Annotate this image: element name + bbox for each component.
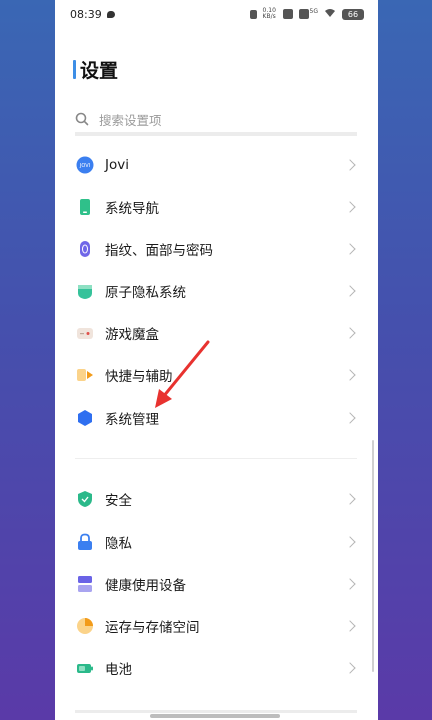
settings-item-shortcut-assist[interactable]: 快捷与辅助	[75, 360, 357, 390]
settings-item-privacy[interactable]: 隐私	[75, 527, 357, 557]
svg-text:JOVI: JOVI	[79, 163, 90, 169]
chevron-right-icon	[344, 243, 356, 255]
shortcut-arrow-icon	[75, 365, 95, 385]
settings-item-label: 健康使用设备	[105, 578, 186, 594]
game-box-icon	[75, 323, 95, 343]
settings-item-label: 系统管理	[105, 412, 159, 428]
status-bar: 08:39 0.10 KB/s 5G 66	[55, 0, 378, 28]
settings-item-atom-privacy[interactable]: 原子隐私系统	[75, 276, 357, 306]
page-title-group: 设置	[73, 56, 118, 83]
healthy-usage-hourglass-icon	[75, 574, 95, 594]
section-divider-bottom	[75, 710, 357, 713]
settings-item-label: 隐私	[105, 536, 132, 552]
battery-icon	[75, 658, 95, 678]
search-icon	[75, 112, 89, 126]
settings-item-jovi[interactable]: JOVI Jovi	[75, 150, 357, 180]
settings-item-battery[interactable]: 电池	[75, 653, 357, 683]
chevron-right-icon	[344, 285, 356, 297]
hd-icon	[282, 9, 293, 19]
settings-item-system-navigation[interactable]: 系统导航	[75, 192, 357, 222]
chevron-right-icon	[344, 620, 356, 632]
system-management-hexagon-icon	[75, 408, 95, 428]
security-shield-icon	[75, 489, 95, 509]
search-input[interactable]: 搜索设置项	[75, 106, 357, 136]
atom-privacy-icon	[75, 281, 95, 301]
settings-item-fingerprint[interactable]: 指纹、面部与密码	[75, 234, 357, 264]
chevron-right-icon	[344, 536, 356, 548]
chevron-right-icon	[344, 159, 356, 171]
settings-item-game-box[interactable]: 游戏魔盒	[75, 318, 357, 348]
settings-item-label: 系统导航	[105, 201, 159, 217]
settings-item-label: 运存与存储空间	[105, 620, 200, 636]
settings-screen: 08:39 0.10 KB/s 5G 66 设置 搜索设置项 JOVI Jovi…	[55, 0, 378, 720]
settings-item-healthy-usage[interactable]: 健康使用设备	[75, 569, 357, 599]
settings-item-label: 原子隐私系统	[105, 285, 186, 301]
group-divider	[75, 458, 357, 459]
settings-item-label: 指纹、面部与密码	[105, 243, 213, 259]
chevron-right-icon	[344, 578, 356, 590]
message-notification-icon	[106, 10, 115, 18]
network-speed: 0.10 KB/s	[262, 7, 276, 20]
home-indicator[interactable]	[150, 714, 280, 718]
privacy-lock-icon	[75, 532, 95, 552]
chevron-right-icon	[344, 662, 356, 674]
settings-item-label: Jovi	[105, 157, 129, 173]
system-navigation-icon	[75, 197, 95, 217]
cellular-signal-icon	[298, 9, 309, 19]
settings-item-memory-storage[interactable]: 运存与存储空间	[75, 611, 357, 641]
network-type: 5G	[309, 7, 318, 15]
chevron-right-icon	[344, 412, 356, 424]
wifi-icon	[324, 8, 336, 21]
fingerprint-icon	[75, 239, 95, 259]
chevron-right-icon	[344, 369, 356, 381]
scrollbar[interactable]	[372, 440, 374, 672]
chevron-right-icon	[344, 493, 356, 505]
settings-item-label: 电池	[105, 662, 132, 678]
jovi-icon: JOVI	[75, 155, 95, 175]
settings-item-label: 游戏魔盒	[105, 327, 159, 343]
search-placeholder: 搜索设置项	[99, 112, 162, 128]
settings-item-system-management[interactable]: 系统管理	[75, 403, 357, 433]
settings-item-security[interactable]: 安全	[75, 484, 357, 514]
status-time: 08:39	[70, 7, 102, 21]
chevron-right-icon	[344, 327, 356, 339]
settings-item-label: 快捷与辅助	[105, 369, 173, 385]
battery-level: 66	[342, 8, 364, 20]
page-title: 设置	[80, 60, 119, 82]
settings-item-label: 安全	[105, 493, 132, 509]
chevron-right-icon	[344, 201, 356, 213]
storage-pie-icon	[75, 616, 95, 636]
vibrate-icon	[249, 9, 257, 19]
title-accent-bar	[73, 60, 76, 79]
